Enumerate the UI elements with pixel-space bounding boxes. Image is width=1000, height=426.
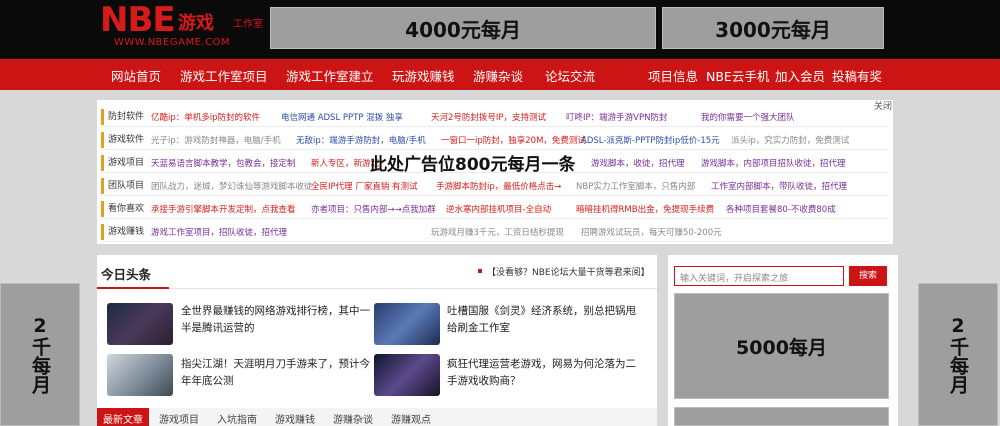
headlines-title: 今日头条 <box>101 267 152 282</box>
panel-link[interactable]: 天蓝易语言脚本教学，包教会，接定制 <box>151 157 296 169</box>
panel-link[interactable]: 无敌ip：端游手游防封，电脑/手机 <box>296 134 426 146</box>
news-headline[interactable]: 疯狂代理运营老游戏，网易为何沦落为二手游戏收购商？ <box>447 356 637 390</box>
row-category: 游戏软件 <box>101 132 145 148</box>
tab-latest[interactable]: 最新文章 <box>97 408 149 426</box>
left-side-ad-text: 2千每月 <box>29 315 51 394</box>
article-tabs: 最新文章 游戏项目 入坑指南 游戏赚钱 游赚杂谈 游赚观点 <box>97 408 657 426</box>
forum-ticker-link[interactable]: 【没看够？NBE论坛大量干货等君来阅】 <box>487 265 650 278</box>
panel-link[interactable]: 暗暗挂机得RMB出金，免提现手续费 <box>576 203 714 215</box>
panel-row: 游戏软件 光子ip：游戏防封神器，电脑/手机 无敌ip：端游手游防封，电脑/手机… <box>101 131 889 150</box>
nav-play-to-earn[interactable]: 玩游戏赚钱 <box>392 66 455 85</box>
panel-link[interactable]: 亿酷ip：单机多ip防封的软件 <box>151 111 260 123</box>
right-ad-banner-secondary[interactable] <box>674 407 889 426</box>
headlines-box: 今日头条 【没看够？NBE论坛大量干货等君来阅】 全世界最赚钱的网络游戏排行榜，… <box>97 255 657 426</box>
panel-link[interactable]: 团队战力，迷城，梦幻诛仙等游戏脚本收徒 <box>151 180 313 192</box>
headlines-divider <box>97 288 657 289</box>
nav-forum[interactable]: 论坛交流 <box>545 66 595 85</box>
logo-main-text: NBE <box>100 0 176 40</box>
nav-submit-reward[interactable]: 投稿有奖 <box>832 66 882 85</box>
news-thumbnail[interactable] <box>374 303 440 345</box>
panel-link[interactable]: 玩游戏月赚3千元，工资日结秒提现 <box>431 226 564 238</box>
logo-url-text: WWW.NBEGAME.COM <box>114 37 231 48</box>
nav-studio-setup[interactable]: 游戏工作室建立 <box>286 66 374 85</box>
panel-link[interactable]: 光子ip：游戏防封神器，电脑/手机 <box>151 134 281 146</box>
news-headline[interactable]: 指尖江湖！天涯明月刀手游来了，预计今年年底公测 <box>181 356 371 390</box>
panel-link[interactable]: 招聘游戏试玩员，每天可赚50-200元 <box>581 226 722 238</box>
row-category: 游戏项目 <box>101 155 145 171</box>
search-button[interactable]: 搜索 <box>849 266 887 286</box>
panel-row: 防封软件 亿酷ip：单机多ip防封的软件 电信网通 ADSL PPTP 混拨 独… <box>101 108 889 127</box>
nav-misc-talk[interactable]: 游赚杂谈 <box>473 66 523 85</box>
search-input[interactable]: 输入关键词，开启探索之旅 <box>674 266 844 286</box>
nav-join-member[interactable]: 加入会员 <box>775 66 825 85</box>
news-headline[interactable]: 全世界最赚钱的网络游戏排行榜，其中一半是腾讯运营的 <box>181 303 371 337</box>
panel-link[interactable]: 派头ip，究实力防封，免费测试 <box>731 134 849 146</box>
row-category: 看你喜欢 <box>101 201 145 217</box>
panel-link[interactable]: 游戏脚本，收徒，招代理 <box>591 157 685 169</box>
panel-link[interactable]: 工作室内部脚本，带队收徒，招代理 <box>711 180 847 192</box>
nav-cloud-phone[interactable]: NBE云手机 <box>706 66 769 85</box>
panel-link[interactable]: ADSL-派克斯-PPTP防封ip低价-15元 <box>581 134 720 146</box>
right-side-ad-text: 2千每月 <box>947 315 969 394</box>
top-header: NBE 游戏 工作室 WWW.NBEGAME.COM 4000元每月 3000元… <box>0 0 1000 59</box>
top-ad-banner-4000[interactable]: 4000元每月 <box>270 7 656 49</box>
panel-link[interactable]: 全民IP代理 厂家直销 有测试 <box>311 180 418 192</box>
row-category: 团队项目 <box>101 178 145 194</box>
tab-misc-talk[interactable]: 游赚杂谈 <box>333 411 373 426</box>
top-ad-banner-3000[interactable]: 3000元每月 <box>662 7 884 49</box>
panel-link[interactable]: 电信网通 ADSL PPTP 混拨 独享 <box>281 111 403 123</box>
row-category: 防封软件 <box>101 109 145 125</box>
panel-link[interactable]: 逆水寒内部挂机项目-全自动 <box>446 203 551 215</box>
tab-opinions[interactable]: 游赚观点 <box>391 411 431 426</box>
news-headline[interactable]: 吐槽国服《剑灵》经济系统，别总把锅甩给刷金工作室 <box>447 303 637 337</box>
nav-studio-projects[interactable]: 游戏工作室项目 <box>180 66 268 85</box>
panel-close-button[interactable]: 关闭 <box>874 99 892 112</box>
news-thumbnail[interactable] <box>107 354 173 396</box>
right-side-ad[interactable]: 2千每月 <box>918 283 998 426</box>
tab-game-earning[interactable]: 游戏赚钱 <box>275 411 315 426</box>
tab-game-projects[interactable]: 游戏项目 <box>159 411 199 426</box>
nav-project-info[interactable]: 项目信息 <box>648 66 698 85</box>
panel-link[interactable]: 各种项目套餐80-不收费80成 <box>726 203 836 215</box>
main-nav: 网站首页 游戏工作室项目 游戏工作室建立 玩游戏赚钱 游赚杂谈 论坛交流 项目信… <box>0 59 1000 90</box>
panel-row: 看你喜欢 承接手游引擎脚本开发定制，点我查看 亦者项目：只售内部→→点我加群 逆… <box>101 200 889 219</box>
panel-link[interactable]: 亦者项目：只售内部→→点我加群 <box>311 203 436 215</box>
right-ad-banner[interactable]: 5000每月 <box>674 293 889 399</box>
panel-link[interactable]: 叮咚IP：端游手游VPN防封 <box>566 111 667 123</box>
panel-link[interactable]: 手游脚本防封ip，最低价格点击→ <box>436 180 561 192</box>
news-thumbnail[interactable] <box>374 354 440 396</box>
panel-row: 团队项目 团队战力，迷城，梦幻诛仙等游戏脚本收徒 全民IP代理 厂家直销 有测试… <box>101 177 889 196</box>
panel-link[interactable]: 天河2号防封拨号IP，支持测试 <box>431 111 546 123</box>
logo-tag-text: 工作室 <box>233 19 263 30</box>
ticker-bullet-icon <box>478 269 482 273</box>
panel-link[interactable]: 新人专区，新游戏 <box>311 157 379 169</box>
panel-link[interactable]: 游戏脚本，内部项目招队收徒，招代理 <box>701 157 846 169</box>
panel-link[interactable]: 游戏工作室项目，招队收徒，招代理 <box>151 226 287 238</box>
logo-cn-text: 游戏 <box>178 13 214 34</box>
site-logo[interactable]: NBE 游戏 工作室 WWW.NBEGAME.COM <box>100 0 265 52</box>
news-thumbnail[interactable] <box>107 303 173 345</box>
overlay-ad-text[interactable]: 此处广告位800元每月一条 <box>370 150 576 175</box>
panel-link[interactable]: 我的你需要一个强大团队 <box>701 111 795 123</box>
panel-link[interactable]: 一窗口一ip防封，独享20M，免费测试 <box>441 134 586 146</box>
tab-beginner-guide[interactable]: 入坑指南 <box>217 411 257 426</box>
panel-link[interactable]: NBP实力工作室脚本，只售内部 <box>576 180 695 192</box>
left-side-ad[interactable]: 2千每月 <box>0 283 80 426</box>
nav-home[interactable]: 网站首页 <box>111 66 161 85</box>
row-category: 游戏赚钱 <box>101 224 145 240</box>
headlines-title-underline <box>97 287 169 289</box>
panel-row: 游戏赚钱 游戏工作室项目，招队收徒，招代理 玩游戏月赚3千元，工资日结秒提现 招… <box>101 223 889 242</box>
panel-link[interactable]: 承接手游引擎脚本开发定制，点我查看 <box>151 203 296 215</box>
